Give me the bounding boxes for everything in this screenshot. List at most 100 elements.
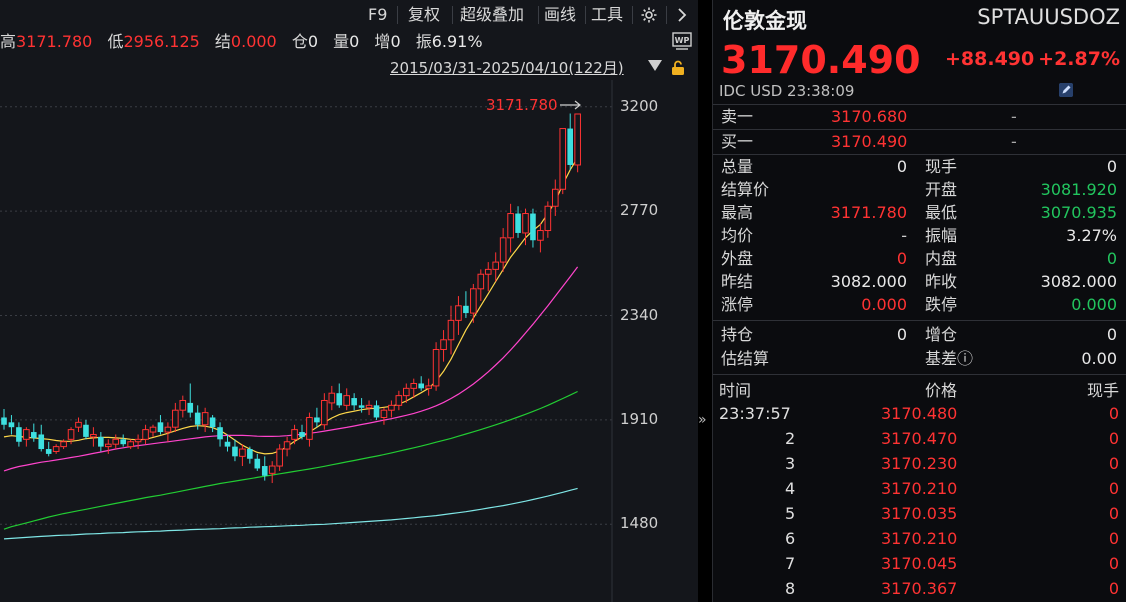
stat-label: 基差ⓘ — [925, 349, 974, 368]
stat-label: 振幅 — [925, 226, 958, 245]
candle — [552, 179, 559, 216]
volume-value: 0 — [349, 32, 360, 51]
candles — [1, 113, 581, 484]
divider — [713, 320, 1126, 321]
dropdown-triangle-icon[interactable] — [648, 60, 662, 71]
candle — [217, 422, 223, 447]
amplitude-value: 6.91% — [431, 32, 483, 51]
tick-price: 3170.480 — [881, 404, 958, 423]
overlay-button[interactable]: 超级叠加 — [460, 4, 524, 26]
chevron-right-icon[interactable] — [676, 7, 688, 23]
candle — [38, 424, 45, 452]
tick-row[interactable]: 8 3170.367 0 — [713, 578, 1126, 600]
tick-volume: 0 — [1108, 454, 1119, 473]
candle — [574, 113, 581, 173]
max-arrow-icon — [560, 100, 581, 110]
candle — [306, 412, 313, 447]
tick-volume: 0 — [1108, 554, 1119, 573]
candle — [16, 422, 22, 447]
gear-icon[interactable] — [640, 6, 658, 24]
candle — [209, 415, 216, 433]
tick-volume: 0 — [1108, 429, 1119, 448]
stat-value: 0 — [896, 157, 907, 176]
toolbar-divider — [452, 6, 453, 24]
stat-label: 持仓 — [721, 325, 754, 344]
candle — [537, 223, 544, 253]
y-tick-label: 1910 — [620, 409, 659, 428]
f9-button[interactable]: F9 — [368, 4, 387, 26]
candle — [336, 383, 343, 408]
candle — [477, 269, 485, 301]
quote-stat-row: 涨停 0.000 跌停 0.000 — [713, 294, 1126, 316]
price-change: +88.490 — [945, 48, 1035, 70]
kline-panel[interactable]: F9 复权 超级叠加 画线 工具 高3171.780 低2956.125 结0.… — [0, 0, 698, 602]
candlestick-chart[interactable]: 3171.780 — [0, 80, 698, 602]
candle — [179, 395, 187, 418]
stat-value: 3082.000 — [1040, 272, 1117, 291]
candle — [463, 291, 469, 318]
date-range-selector[interactable]: 2015/03/31-2025/04/10(122月) — [390, 57, 624, 79]
position-stat-row: 持仓 0 增仓 0 — [713, 324, 1126, 346]
tick-row[interactable]: 2 3170.470 0 — [713, 428, 1126, 450]
stat-label: 昨收 — [925, 272, 958, 291]
stat-value: 0 — [896, 325, 907, 344]
candle — [544, 201, 552, 238]
candle — [268, 461, 276, 484]
expand-panel-icon[interactable]: » — [698, 412, 710, 428]
divider — [713, 129, 1126, 130]
candle — [254, 453, 261, 471]
ma-line — [3, 157, 579, 455]
divider — [713, 104, 1126, 105]
candle — [232, 439, 238, 462]
toolbar-divider — [585, 6, 586, 24]
candle — [314, 407, 320, 428]
tick-time: 2 — [785, 429, 796, 448]
tick-price: 3170.470 — [881, 429, 958, 448]
candle — [276, 444, 283, 471]
candle — [380, 407, 388, 425]
tick-row[interactable]: 6 3170.210 0 — [713, 528, 1126, 550]
low-label: 低 — [107, 32, 124, 51]
stat-value: 0 — [1106, 157, 1117, 176]
candle — [8, 415, 15, 435]
quote-stat-row: 总量 0 现手 0 — [713, 156, 1126, 178]
candle — [134, 434, 142, 450]
candle — [98, 432, 104, 452]
wp-icon[interactable]: WP — [672, 32, 692, 50]
ask-volume: - — [1011, 107, 1017, 126]
candle — [83, 419, 89, 440]
candle — [321, 393, 328, 430]
orderbook-ask-1: 卖一 3170.680 - — [713, 106, 1126, 128]
volume-column-header: 现手 — [1086, 381, 1119, 400]
max-price-label: 3171.780 — [486, 96, 558, 114]
stat-label: 内盘 — [925, 249, 958, 268]
tick-row[interactable]: 4 3170.210 0 — [713, 478, 1126, 500]
chart-toolbar: F9 复权 超级叠加 画线 工具 — [0, 0, 698, 28]
data-source-time: IDC USD 23:38:09 — [719, 82, 855, 100]
svg-text:WP: WP — [675, 36, 690, 45]
tick-price: 3170.230 — [881, 454, 958, 473]
tick-row[interactable]: 5 3170.035 0 — [713, 503, 1126, 525]
candle — [351, 393, 357, 411]
stat-value: 0.00 — [1081, 349, 1117, 368]
quote-stat-row: 结算价 开盘 3081.920 — [713, 179, 1126, 201]
draw-line-button[interactable]: 画线 — [544, 4, 576, 26]
edit-icon[interactable] — [1059, 83, 1073, 97]
tick-volume: 0 — [1108, 404, 1119, 423]
candle — [1, 408, 7, 430]
tick-row[interactable]: 23:37:57 3170.480 0 — [713, 403, 1126, 425]
adjust-button[interactable]: 复权 — [408, 4, 440, 26]
stat-value: 0 — [1106, 325, 1117, 344]
lock-icon[interactable] — [670, 60, 686, 76]
toolbar-divider — [397, 6, 398, 24]
candle — [559, 128, 567, 195]
candle — [530, 208, 536, 248]
tick-price: 3170.210 — [881, 529, 958, 548]
tick-row[interactable]: 3 3170.230 0 — [713, 453, 1126, 475]
tools-button[interactable]: 工具 — [591, 4, 623, 26]
candle — [328, 385, 336, 411]
toolbar-divider — [666, 6, 667, 24]
tick-row[interactable]: 7 3170.045 0 — [713, 553, 1126, 575]
stat-label: 跌停 — [925, 295, 958, 314]
toolbar-divider — [538, 6, 539, 24]
